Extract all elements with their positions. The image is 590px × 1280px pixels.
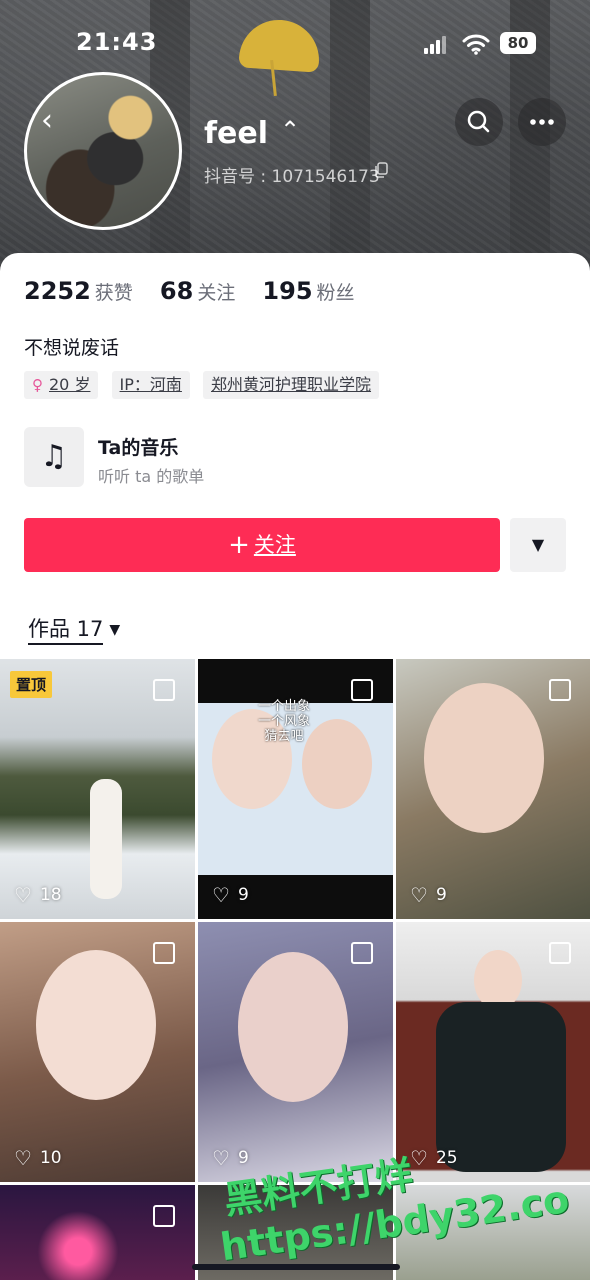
video-overlay-text: 一个出象 一个风象 猜去吧 [258,699,310,744]
video-tile[interactable]: ♡ 9 [396,659,590,919]
video-tile[interactable]: ♡ 9 [198,922,393,1182]
like-count: ♡ 10 [14,1146,62,1170]
profile-stats: 2252 获赞 68 关注 195 粉丝 [24,277,377,305]
status-bar: 21:43 80 [0,28,590,62]
stat-following[interactable]: 68 关注 [160,277,235,305]
heart-icon: ♡ [212,1146,230,1170]
like-count: ♡ 9 [212,883,249,907]
overlay-line: 一个出象 [258,699,311,714]
thumbnail-figure [238,952,348,1102]
tag-age[interactable]: ♀ 20 岁 [24,371,99,399]
follow-label: 关注 [253,533,296,557]
plus-icon: + [228,530,250,560]
music-note-icon: ♫ [24,427,84,487]
heart-icon: ♡ [14,1146,32,1170]
female-icon: ♀ [32,376,43,394]
stat-followers[interactable]: 195 粉丝 [262,277,354,305]
more-dots-icon [530,119,554,125]
multi-image-icon [153,1205,175,1227]
like-count-value: 9 [237,885,249,905]
heart-icon: ♡ [410,883,428,907]
status-time: 21:43 [76,28,158,56]
music-subtitle: 听听 ta 的歌单 [98,467,205,486]
multi-image-icon [549,679,571,701]
follow-button[interactable]: + 关注 [24,518,500,572]
thumbnail-figure [302,719,372,809]
username: feel [204,116,269,151]
home-indicator[interactable] [192,1264,400,1270]
tag-label: 郑州黄河护理职业学院 [211,375,372,394]
stat-likes[interactable]: 2252 获赞 [24,277,133,305]
tag-school[interactable]: 郑州黄河护理职业学院 [203,371,380,399]
battery-indicator: 80 [500,32,536,54]
stat-label: 粉丝 [316,282,355,304]
triangle-down-icon: ▼ [109,622,121,638]
stat-value: 2252 [24,277,91,305]
search-button[interactable] [455,98,503,146]
recommend-dropdown-button[interactable]: ▼ [510,518,566,572]
more-options-button[interactable] [518,98,566,146]
thumbnail-figure [474,950,522,1010]
pinned-badge: 置顶 [10,671,53,698]
like-count: ♡ 18 [14,883,62,907]
like-count: ♡ 9 [410,883,447,907]
like-count-value: 10 [39,1148,62,1168]
multi-image-icon [549,942,571,964]
multi-image-icon [351,942,373,964]
video-tile[interactable]: 置顶 ♡ 18 [0,659,195,919]
stat-label: 关注 [197,282,236,304]
multi-image-icon [153,679,175,701]
cellular-signal-icon [424,36,448,54]
stat-label: 获赞 [94,282,133,304]
overlay-line: 一个风象 [258,714,311,729]
avatar[interactable] [24,72,182,230]
stat-value: 195 [262,277,313,305]
tab-works-label: 作品 17 [28,617,104,645]
tag-label: 20 岁 [49,375,91,394]
like-count-value: 9 [237,1148,249,1168]
music-title: Ta的音乐 [98,437,179,459]
tag-ip-location[interactable]: IP：河南 [111,371,190,399]
douyin-id: 抖音号 : 1071546173 [204,167,380,187]
heart-icon: ♡ [212,883,230,907]
thumbnail-figure [90,779,122,899]
multi-image-icon [351,679,373,701]
profile-tags: ♀ 20 岁 IP：河南 郑州黄河护理职业学院 [24,371,387,399]
back-arrow-icon[interactable]: ‹ [30,104,64,138]
wifi-icon [462,34,490,55]
search-icon [467,110,490,133]
profile-bio: 不想说废话 [24,337,120,359]
chevron-up-icon[interactable]: ⌃ [280,116,300,144]
overlay-line: 猜去吧 [264,729,304,744]
like-count-value: 18 [39,885,62,905]
video-tile[interactable]: ♡ 10 [0,922,195,1182]
video-tile[interactable]: 一个出象 一个风象 猜去吧 ♡ 9 [198,659,393,919]
tab-works[interactable]: 作品 17 ▼ [28,613,121,645]
thumbnail-figure [36,950,156,1100]
multi-image-icon [153,942,175,964]
heart-icon: ♡ [14,883,32,907]
tag-label: IP：河南 [119,375,182,394]
video-tile[interactable] [0,1185,195,1280]
like-count-value: 9 [435,885,447,905]
thumbnail-figure [424,683,544,833]
stat-value: 68 [159,277,194,305]
copy-icon[interactable] [374,162,388,178]
triangle-down-icon: ▼ [531,535,545,554]
